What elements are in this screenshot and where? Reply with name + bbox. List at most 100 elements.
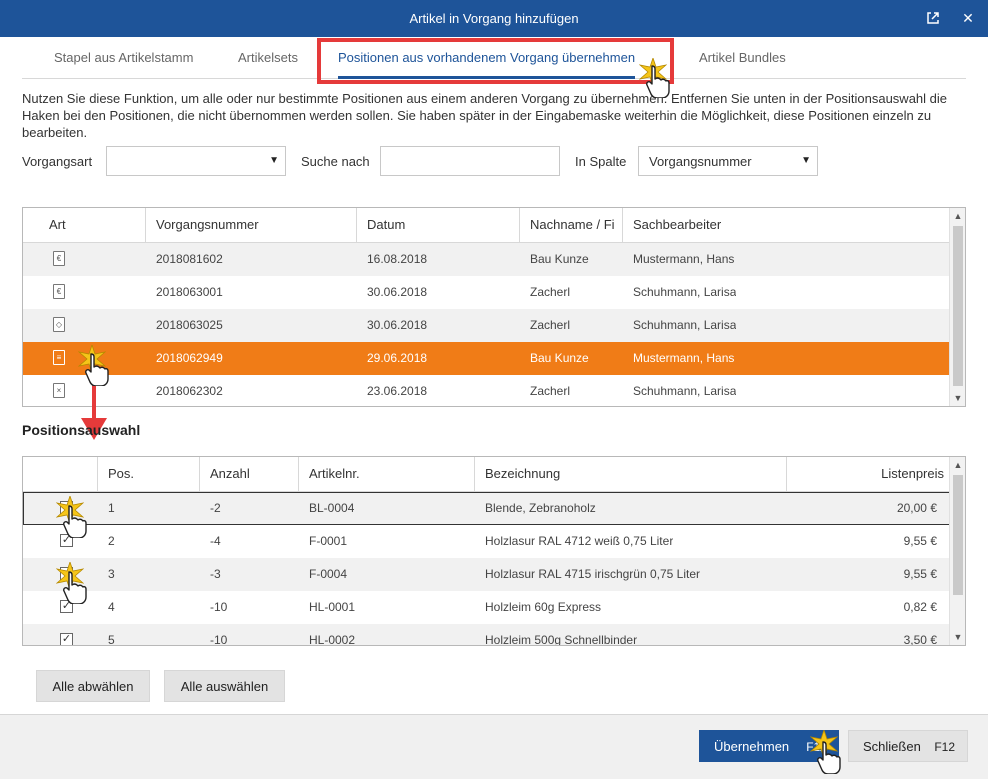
close-icon[interactable]: ✕ bbox=[948, 0, 988, 37]
listenpreis-cell: 9,55 € bbox=[903, 567, 937, 581]
table-row[interactable]: € 2018063001 30.06.2018 Zacherl Schuhman… bbox=[23, 276, 950, 309]
scroll-down-icon[interactable]: ▼ bbox=[950, 390, 965, 406]
spalte-value: Vorgangsnummer bbox=[649, 154, 752, 169]
artikelnr-cell: BL-0004 bbox=[309, 501, 355, 515]
deselect-all-button[interactable]: Alle abwählen bbox=[36, 670, 150, 702]
datum-cell: 29.06.2018 bbox=[367, 351, 428, 365]
positions-table: Pos. Anzahl Artikelnr. Bezeichnung Liste… bbox=[22, 456, 966, 646]
pos-cell: 3 bbox=[108, 567, 115, 581]
tab-highlight-frame bbox=[317, 38, 674, 84]
anzahl-cell: -10 bbox=[210, 633, 228, 646]
listenpreis-cell: 9,55 € bbox=[903, 534, 937, 548]
scrollbar-thumb[interactable] bbox=[953, 475, 963, 595]
nachname-cell: Zacherl bbox=[530, 384, 571, 398]
pos-cell: 2 bbox=[108, 534, 115, 548]
tab-artikel-bundles[interactable]: Artikel Bundles bbox=[699, 38, 786, 78]
table-row[interactable]: ✓ 4 -10 HL-0001 Holzleim 60g Express 0,8… bbox=[23, 591, 950, 624]
vorgangsnummer-cell: 2018081602 bbox=[156, 252, 223, 266]
title-bar: Artikel in Vorgang hinzufügen ✕ bbox=[0, 0, 988, 37]
vorgaenge-table: Art Vorgangsnummer Datum Nachname / Fi S… bbox=[22, 207, 966, 407]
hand-cursor-icon bbox=[63, 505, 87, 538]
nachname-cell: Zacherl bbox=[530, 318, 571, 332]
column-header-artikelnr[interactable]: Artikelnr. bbox=[299, 457, 475, 491]
column-header-sachbearbeiter[interactable]: Sachbearbeiter bbox=[623, 208, 950, 242]
table-row-selected[interactable]: ≡ 2018062949 29.06.2018 Bau Kunze Muster… bbox=[23, 342, 950, 375]
scroll-down-icon[interactable]: ▼ bbox=[950, 629, 965, 645]
column-header-anzahl[interactable]: Anzahl bbox=[200, 457, 299, 491]
table-header: Pos. Anzahl Artikelnr. Bezeichnung Liste… bbox=[23, 457, 950, 492]
pos-cell: 4 bbox=[108, 600, 115, 614]
column-header-bezeichnung[interactable]: Bezeichnung bbox=[475, 457, 787, 491]
apply-button-label: Übernehmen bbox=[714, 739, 790, 754]
offer-icon: ◇ bbox=[53, 317, 65, 332]
anzahl-cell: -4 bbox=[210, 534, 221, 548]
hand-cursor-icon bbox=[63, 571, 87, 604]
close-button-label: Schließen bbox=[863, 739, 921, 754]
window-title: Artikel in Vorgang hinzufügen bbox=[409, 11, 579, 26]
tab-artikelsets[interactable]: Artikelsets bbox=[238, 38, 298, 78]
vertical-scrollbar[interactable]: ▲ ▼ bbox=[949, 457, 965, 645]
column-header-pos[interactable]: Pos. bbox=[98, 457, 200, 491]
vertical-scrollbar[interactable]: ▲ ▼ bbox=[949, 208, 965, 406]
column-header-listenpreis[interactable]: Listenpreis bbox=[787, 457, 950, 491]
hand-cursor-icon bbox=[646, 65, 670, 98]
chevron-down-icon: ▼ bbox=[801, 155, 811, 166]
scroll-up-icon[interactable]: ▲ bbox=[950, 208, 965, 224]
sachbearbeiter-cell: Mustermann, Hans bbox=[633, 252, 735, 266]
bezeichnung-cell: Holzleim 60g Express bbox=[485, 600, 602, 614]
section-title-positionsauswahl: Positionsauswahl bbox=[22, 422, 141, 438]
in-spalte-label: In Spalte bbox=[575, 154, 627, 169]
suche-nach-label: Suche nach bbox=[301, 154, 370, 169]
table-row[interactable]: ✓ 5 -10 HL-0002 Holzleim 500g Schnellbin… bbox=[23, 624, 950, 646]
anzahl-cell: -3 bbox=[210, 567, 221, 581]
invoice-icon: € bbox=[53, 284, 65, 299]
spalte-select[interactable]: Vorgangsnummer ▼ bbox=[638, 146, 818, 176]
column-header-nachname[interactable]: Nachname / Fi bbox=[520, 208, 623, 242]
close-button[interactable]: Schließen F12 bbox=[848, 730, 968, 762]
search-input[interactable] bbox=[380, 146, 560, 176]
scroll-up-icon[interactable]: ▲ bbox=[950, 457, 965, 473]
table-row[interactable]: € 2018081602 16.08.2018 Bau Kunze Muster… bbox=[23, 243, 950, 276]
sachbearbeiter-cell: Schuhmann, Larisa bbox=[633, 318, 737, 332]
pos-cell: 1 bbox=[108, 501, 115, 515]
table-header: Art Vorgangsnummer Datum Nachname / Fi S… bbox=[23, 208, 950, 243]
tab-stapel-aus-artikelstamm[interactable]: Stapel aus Artikelstamm bbox=[54, 38, 193, 78]
nachname-cell: Zacherl bbox=[530, 285, 571, 299]
column-header-vorgangsnummer[interactable]: Vorgangsnummer bbox=[146, 208, 357, 242]
scrollbar-thumb[interactable] bbox=[953, 226, 963, 386]
row-checkbox[interactable]: ✓ bbox=[60, 633, 73, 645]
sachbearbeiter-cell: Mustermann, Hans bbox=[633, 351, 735, 365]
anzahl-cell: -2 bbox=[210, 501, 221, 515]
column-header-check[interactable] bbox=[23, 457, 98, 491]
listenpreis-cell: 0,82 € bbox=[903, 600, 937, 614]
anzahl-cell: -10 bbox=[210, 600, 228, 614]
popout-icon[interactable] bbox=[913, 0, 953, 37]
vorgangsart-select[interactable]: ▼ bbox=[106, 146, 286, 176]
close-button-shortcut: F12 bbox=[934, 740, 955, 754]
description-text: Nutzen Sie diese Funktion, um alle oder … bbox=[22, 91, 948, 140]
table-row[interactable]: × 2018062302 23.06.2018 Zacherl Schuhman… bbox=[23, 375, 950, 406]
cancel-doc-icon: × bbox=[53, 383, 65, 398]
pos-cell: 5 bbox=[108, 633, 115, 646]
chevron-down-icon: ▼ bbox=[269, 155, 279, 166]
nachname-cell: Bau Kunze bbox=[530, 351, 589, 365]
order-icon: ≡ bbox=[53, 350, 65, 365]
invoice-icon: € bbox=[53, 251, 65, 266]
datum-cell: 30.06.2018 bbox=[367, 318, 428, 332]
bezeichnung-cell: Holzlasur RAL 4715 irischgrün 0,75 Liter bbox=[485, 567, 700, 581]
table-row[interactable]: ✓ 3 -3 F-0004 Holzlasur RAL 4715 irischg… bbox=[23, 558, 950, 591]
bezeichnung-cell: Holzlasur RAL 4712 weiß 0,75 Liter bbox=[485, 534, 674, 548]
table-row[interactable]: ◇ 2018063025 30.06.2018 Zacherl Schuhman… bbox=[23, 309, 950, 342]
datum-cell: 23.06.2018 bbox=[367, 384, 428, 398]
artikelnr-cell: F-0001 bbox=[309, 534, 348, 548]
column-header-datum[interactable]: Datum bbox=[357, 208, 520, 242]
table-row[interactable]: ✓ 1 -2 BL-0004 Blende, Zebranoholz 20,00… bbox=[23, 492, 950, 525]
hand-cursor-icon bbox=[817, 741, 841, 774]
vorgangsnummer-cell: 2018062949 bbox=[156, 351, 223, 365]
select-all-button[interactable]: Alle auswählen bbox=[164, 670, 285, 702]
column-header-art[interactable]: Art bbox=[23, 208, 146, 242]
artikelnr-cell: F-0004 bbox=[309, 567, 348, 581]
table-row[interactable]: ✓ 2 -4 F-0001 Holzlasur RAL 4712 weiß 0,… bbox=[23, 525, 950, 558]
datum-cell: 16.08.2018 bbox=[367, 252, 428, 266]
bezeichnung-cell: Holzleim 500g Schnellbinder bbox=[485, 633, 638, 646]
